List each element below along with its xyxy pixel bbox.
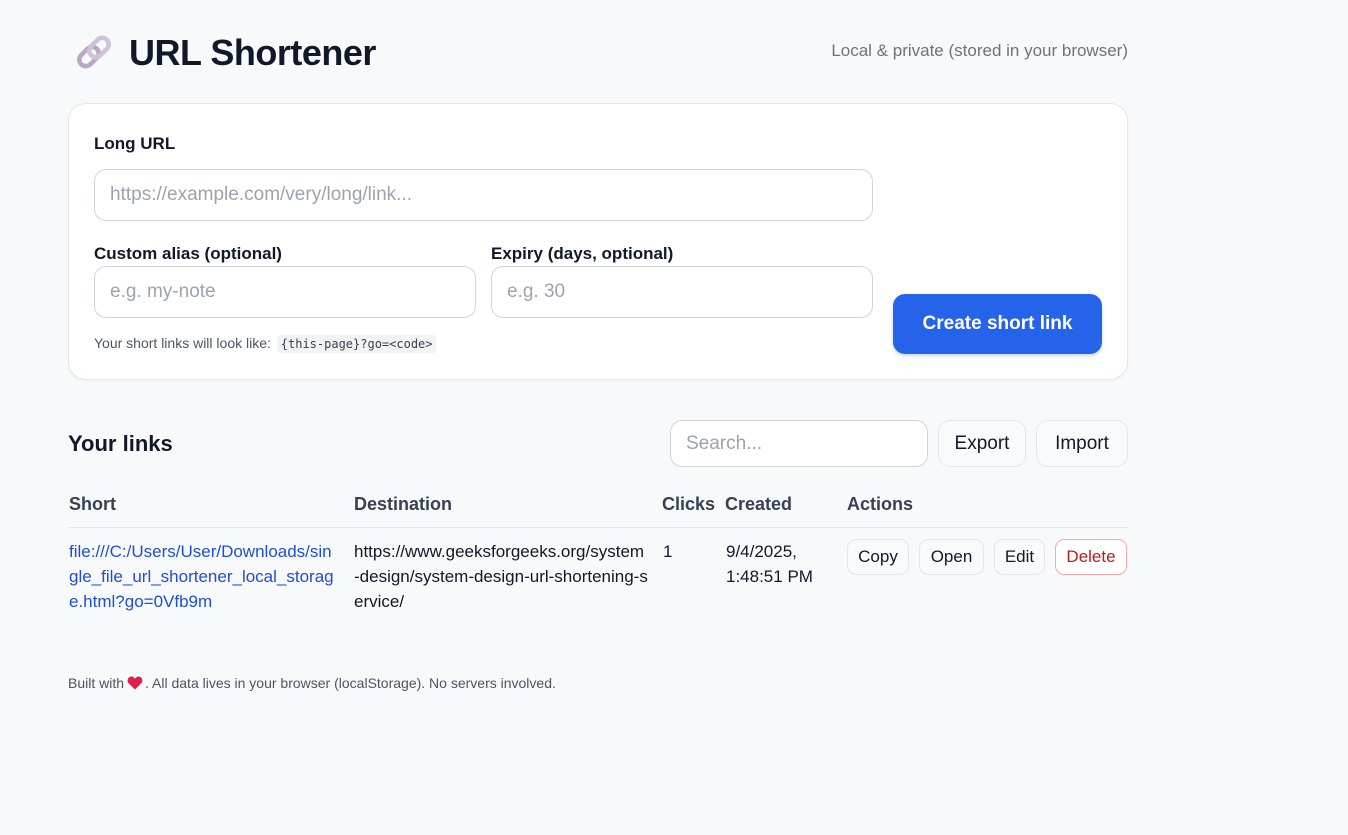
created-cell: 9/4/2025, 1:48:51 PM [726,542,813,586]
import-button[interactable]: Import [1036,420,1128,467]
long-url-input[interactable] [94,169,873,221]
search-input[interactable] [670,420,928,467]
hint-text: Your short links will look like: [94,335,271,351]
expiry-label: Expiry (days, optional) [491,244,674,263]
column-header-created: Created [725,494,793,514]
footer-text-after: . All data lives in your browser (localS… [145,675,556,691]
column-header-short: Short [69,494,116,514]
short-link-cell: file:///C:/Users/User/Downloads/single_f… [69,539,339,614]
footer-text-before: Built with [68,675,125,691]
hint-code: {this-page}?go=<code> [276,335,437,353]
links-title: Your links [68,431,173,456]
short-link[interactable]: file:///C:/Users/User/Downloads/single_f… [69,542,334,611]
heart-icon [127,676,143,690]
page-title: URL Shortener [129,32,376,73]
short-link-hint: Your short links will look like: {this-p… [94,335,437,353]
alias-label: Custom alias (optional) [94,244,282,263]
column-header-actions: Actions [847,494,914,514]
page-header: URL Shortener Local & private (stored in… [68,28,1128,78]
table-divider [68,527,1128,528]
destination-cell: https://www.geeksforgeeks.org/system-des… [354,542,648,611]
open-button[interactable]: Open [919,539,984,575]
copy-button[interactable]: Copy [847,539,909,575]
link-icon [77,35,111,69]
delete-button[interactable]: Delete [1055,539,1127,575]
alias-input[interactable] [94,266,476,318]
column-header-destination: Destination [354,494,453,514]
clicks-cell: 1 [663,542,673,561]
edit-button[interactable]: Edit [994,539,1045,575]
page-footer: Built with . All data lives in your brows… [68,675,556,691]
create-short-link-button[interactable]: Create short link [893,294,1102,354]
long-url-label: Long URL [94,134,176,153]
create-link-card: Long URL Custom alias (optional) Expiry … [68,103,1128,380]
column-header-clicks: Clicks [662,494,716,514]
page-tagline: Local & private (stored in your browser) [831,41,1128,60]
export-button[interactable]: Export [938,420,1026,467]
expiry-input[interactable] [491,266,873,318]
